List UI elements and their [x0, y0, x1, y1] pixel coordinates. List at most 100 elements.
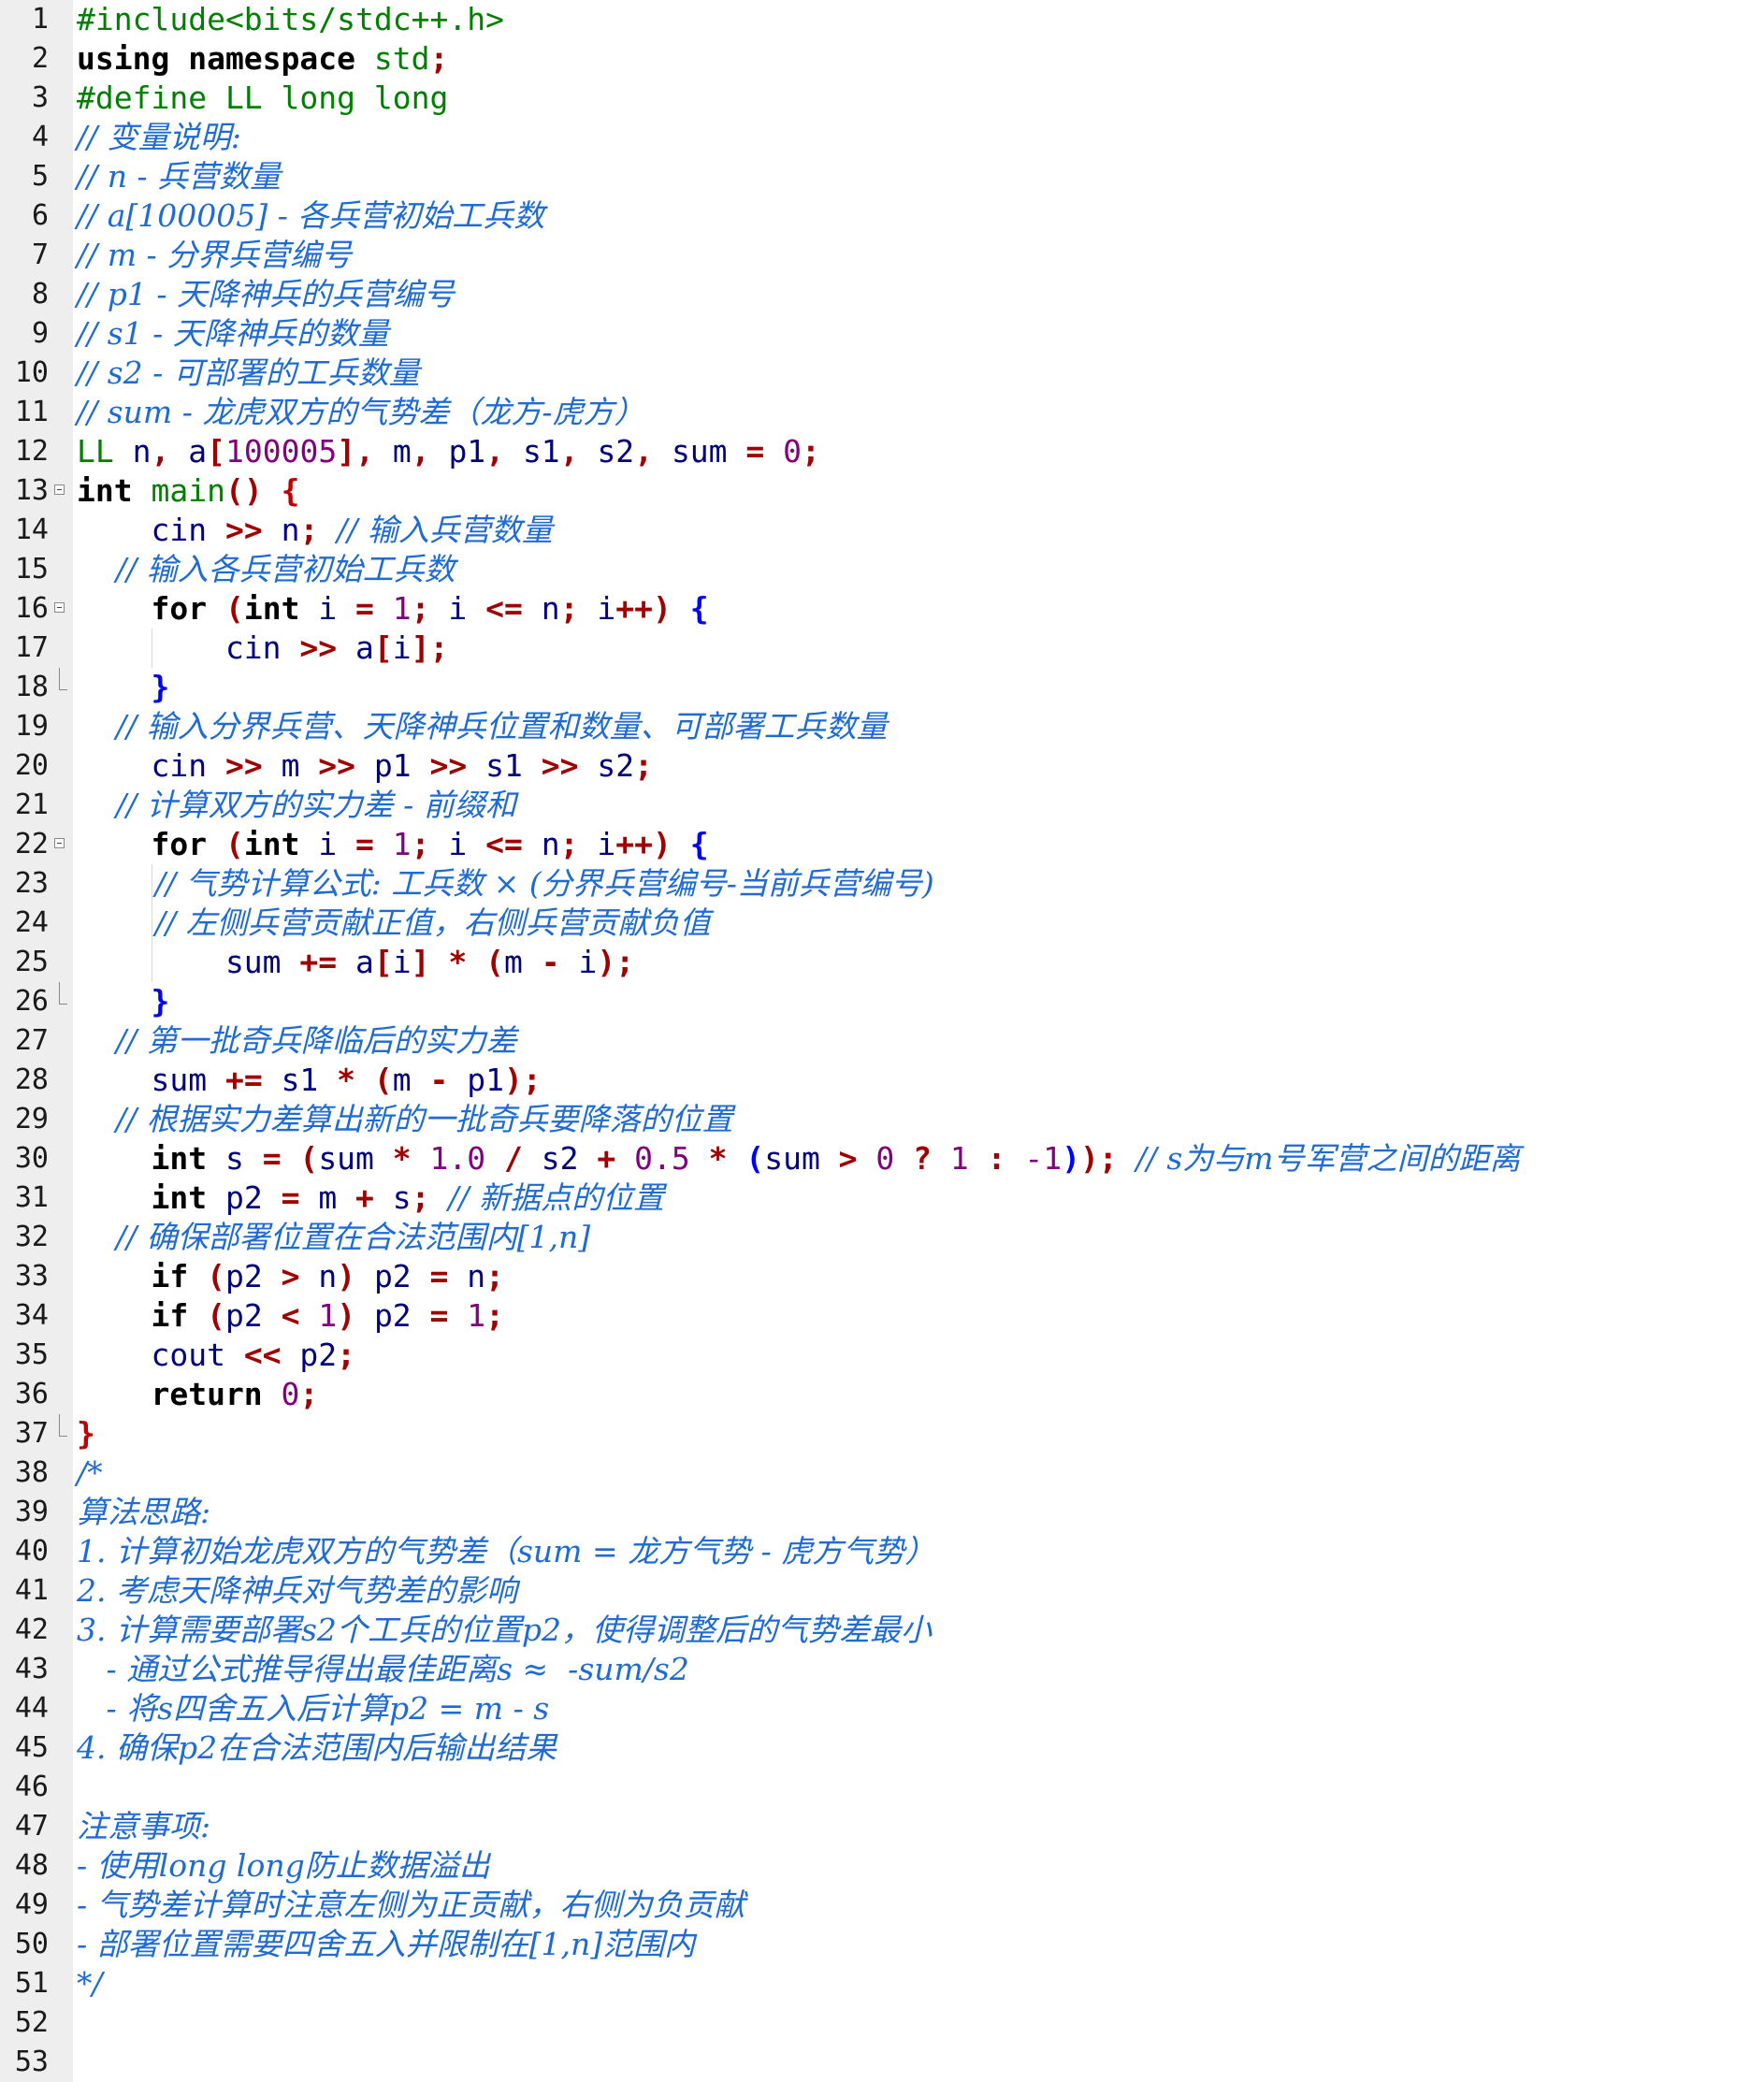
- line-number: 28: [14, 1063, 49, 1096]
- code-line[interactable]: 43 - 通过公式推导得出最佳距离s ≈ -sum/s2: [0, 1650, 1764, 1689]
- code-line[interactable]: 53: [0, 2043, 1764, 2082]
- code-line[interactable]: 38 /*: [0, 1453, 1764, 1493]
- code-line[interactable]: 23 // 气势计算公式: 工兵数 × (分界兵营编号-当前兵营编号): [0, 864, 1764, 904]
- code-line[interactable]: 24 // 左侧兵营贡献正值，右侧兵营贡献负值: [0, 904, 1764, 943]
- code-line[interactable]: 8 // p1 - 天降神兵的兵营编号: [0, 275, 1764, 314]
- code-token: +: [578, 1140, 635, 1177]
- code-line[interactable]: 14 cin >> n; // 输入兵营数量: [0, 511, 1764, 550]
- line-code: // 确保部署位置在合法范围内[1,n]: [77, 1218, 590, 1257]
- code-line[interactable]: 48 - 使用long long防止数据溢出: [0, 1846, 1764, 1886]
- code-line[interactable]: 25 sum += a[i] * (m - i);: [0, 943, 1764, 982]
- code-line[interactable]: 12 LL n, a[100005], m, p1, s1, s2, sum = …: [0, 432, 1764, 471]
- code-line[interactable]: 51 */: [0, 1964, 1764, 2003]
- code-line[interactable]: 29 // 根据实力差算出新的一批奇兵要降落的位置: [0, 1100, 1764, 1139]
- code-token: int: [77, 1179, 225, 1216]
- line-code: 注意事项:: [77, 1807, 210, 1846]
- fold-collapse-icon[interactable]: [54, 484, 65, 495]
- code-line[interactable]: 20 cin >> m >> p1 >> s1 >> s2;: [0, 746, 1764, 786]
- code-line[interactable]: 26 }: [0, 982, 1764, 1021]
- code-line[interactable]: 41 2. 考虑天降神兵对气势差的影响: [0, 1571, 1764, 1611]
- comment-token: // 计算双方的实力差 - 前缀和: [77, 787, 516, 823]
- code-line[interactable]: 42 3. 计算需要部署s2个工兵的位置p2，使得调整后的气势差最小: [0, 1611, 1764, 1650]
- line-code: // 变量说明:: [77, 118, 241, 157]
- code-token: s1: [522, 433, 560, 470]
- line-code: for (int i = 1; i <= n; i++) {: [77, 825, 708, 864]
- code-line[interactable]: 5 // n - 兵营数量: [0, 157, 1764, 196]
- code-token: a: [355, 629, 374, 666]
- code-line[interactable]: 22 for (int i = 1; i <= n; i++) {: [0, 825, 1764, 864]
- line-number: 31: [14, 1181, 49, 1214]
- code-token: p2: [299, 1337, 338, 1373]
- code-token: ): [1062, 1140, 1081, 1177]
- code-line[interactable]: 31 int p2 = m + s; // 新据点的位置: [0, 1178, 1764, 1218]
- code-token: #include<bits/stdc++.h>: [77, 1, 504, 37]
- code-token: m: [392, 1062, 412, 1098]
- code-line[interactable]: 40 1. 计算初始龙虎双方的气势差（sum = 龙方气势 - 虎方气势）: [0, 1532, 1764, 1571]
- line-number: 34: [14, 1299, 49, 1332]
- code-line[interactable]: 2 using namespace std;: [0, 39, 1764, 79]
- code-line[interactable]: 37}: [0, 1414, 1764, 1453]
- code-line[interactable]: 13 int main() {: [0, 471, 1764, 511]
- line-code: // 输入分界兵营、天降神兵位置和数量、可部署工兵数量: [77, 707, 888, 746]
- line-number: 3: [31, 81, 49, 114]
- code-token: {: [689, 590, 709, 627]
- code-line[interactable]: 4 // 变量说明:: [0, 118, 1764, 157]
- line-number: 44: [14, 1692, 49, 1725]
- code-line[interactable]: 1 #include<bits/stdc++.h>: [0, 0, 1764, 39]
- code-line[interactable]: 27 // 第一批奇兵降临后的实力差: [0, 1021, 1764, 1061]
- code-editor[interactable]: 1 #include<bits/stdc++.h> 2 using namespace…: [0, 0, 1764, 2082]
- code-line[interactable]: 30 int s = (sum * 1.0 / s2 + 0.5 * (sum …: [0, 1139, 1764, 1178]
- code-token: 1: [467, 1297, 486, 1334]
- code-line[interactable]: 18 }: [0, 668, 1764, 707]
- code-token: *: [373, 1140, 430, 1177]
- code-line[interactable]: 39 算法思路:: [0, 1493, 1764, 1532]
- line-number: 9: [31, 317, 49, 350]
- code-line[interactable]: 7 // m - 分界兵营编号: [0, 236, 1764, 275]
- code-token: n: [132, 433, 152, 470]
- line-number: 51: [14, 1967, 49, 2000]
- code-line[interactable]: 44 - 将s四舍五入后计算p2 = m - s: [0, 1689, 1764, 1728]
- code-line[interactable]: 36 return 0;: [0, 1375, 1764, 1414]
- line-code: for (int i = 1; i <= n; i++) {: [77, 589, 709, 629]
- code-line[interactable]: 35 cout << p2;: [0, 1336, 1764, 1375]
- line-code: LL n, a[100005], m, p1, s1, s2, sum = 0;: [77, 432, 820, 471]
- code-line[interactable]: 3 #define LL long long: [0, 79, 1764, 118]
- code-line[interactable]: 9 // s1 - 天降神兵的数量: [0, 314, 1764, 354]
- code-line[interactable]: 32 // 确保部署位置在合法范围内[1,n]: [0, 1218, 1764, 1257]
- code-token: a: [355, 944, 374, 980]
- code-line[interactable]: 16 for (int i = 1; i <= n; i++) {: [0, 589, 1764, 629]
- code-line[interactable]: 45 4. 确保p2在合法范围内后输出结果: [0, 1728, 1764, 1768]
- fold-collapse-icon[interactable]: [54, 838, 65, 848]
- code-token: {: [281, 472, 300, 509]
- line-number: 30: [14, 1142, 49, 1175]
- code-line[interactable]: 6 // a[100005] - 各兵营初始工兵数: [0, 196, 1764, 236]
- code-token: ,: [411, 433, 449, 470]
- line-code: 2. 考虑天降神兵对气势差的影响: [77, 1571, 517, 1611]
- code-token: i: [597, 826, 616, 862]
- code-token: ;: [429, 40, 449, 77]
- code-token: ): [337, 1258, 374, 1294]
- code-line[interactable]: 49 - 气势差计算时注意左侧为正贡献，右侧为负贡献: [0, 1886, 1764, 1925]
- line-number: 11: [14, 396, 49, 428]
- code-line[interactable]: 28 sum += s1 * (m - p1);: [0, 1061, 1764, 1100]
- code-line[interactable]: 21 // 计算双方的实力差 - 前缀和: [0, 786, 1764, 825]
- code-line[interactable]: 10 // s2 - 可部署的工兵数量: [0, 354, 1764, 393]
- fold-collapse-icon[interactable]: [54, 602, 65, 613]
- code-line[interactable]: 34 if (p2 < 1) p2 = 1;: [0, 1296, 1764, 1336]
- code-line[interactable]: 11 // sum - 龙虎双方的气势差（龙方-虎方）: [0, 393, 1764, 432]
- code-line[interactable]: 47 注意事项:: [0, 1807, 1764, 1846]
- code-line[interactable]: 52: [0, 2003, 1764, 2043]
- code-line[interactable]: 17 cin >> a[i];: [0, 629, 1764, 668]
- code-token: ;: [411, 590, 449, 627]
- code-line[interactable]: 33 if (p2 > n) p2 = n;: [0, 1257, 1764, 1296]
- code-line[interactable]: 46: [0, 1768, 1764, 1807]
- code-line[interactable]: 19 // 输入分界兵营、天降神兵位置和数量、可部署工兵数量: [0, 707, 1764, 746]
- code-token: 0: [783, 433, 802, 470]
- code-token: (: [207, 1297, 225, 1334]
- code-line[interactable]: 50 - 部署位置需要四舍五入并限制在[1,n]范围内: [0, 1925, 1764, 1964]
- code-token: sum: [671, 433, 728, 470]
- code-token: s1: [281, 1062, 319, 1098]
- code-line[interactable]: 15 // 输入各兵营初始工兵数: [0, 550, 1764, 589]
- code-token: (: [207, 1258, 225, 1294]
- code-token: ++): [615, 590, 690, 627]
